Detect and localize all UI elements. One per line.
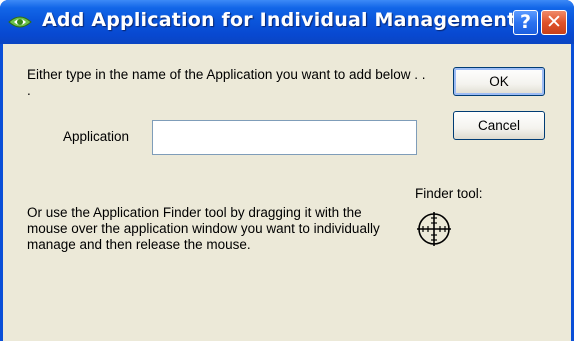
cancel-button[interactable]: Cancel xyxy=(453,111,545,140)
nvidia-eye-icon xyxy=(8,13,32,31)
dialog-body: Either type in the name of the Applicati… xyxy=(3,44,571,341)
ok-button[interactable]: OK xyxy=(453,67,545,96)
type-instruction-text: Either type in the name of the Applicati… xyxy=(27,67,426,98)
crosshair-target-icon[interactable] xyxy=(416,211,452,247)
close-button[interactable]: ✕ xyxy=(541,10,567,35)
help-button[interactable]: ? xyxy=(513,10,538,35)
finder-instruction-text: Or use the Application Finder tool by dr… xyxy=(27,205,380,252)
window-title: Add Application for Individual Managemen… xyxy=(42,9,517,31)
application-label: Application xyxy=(63,129,130,144)
application-input[interactable] xyxy=(152,120,417,155)
title-bar[interactable]: Add Application for Individual Managemen… xyxy=(0,0,574,44)
finder-tool-label: Finder tool: xyxy=(415,186,483,201)
dialog-window: Add Application for Individual Managemen… xyxy=(0,0,574,341)
